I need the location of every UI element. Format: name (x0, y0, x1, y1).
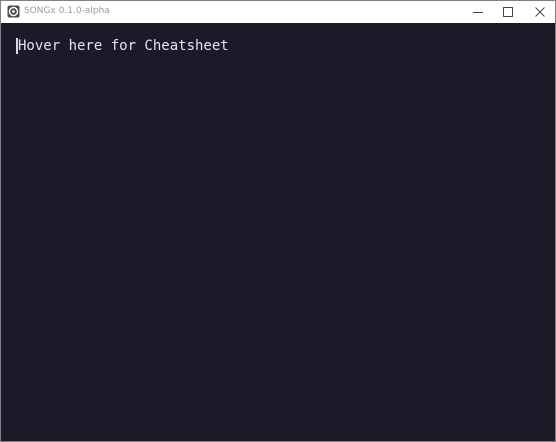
maximize-button[interactable] (493, 1, 523, 23)
cheatsheet-hint[interactable]: Hover here for Cheatsheet (18, 38, 229, 55)
editor-area[interactable]: Hover here for Cheatsheet (1, 23, 555, 441)
close-button[interactable] (525, 1, 555, 23)
minimize-icon (473, 12, 483, 13)
title-bar[interactable]: SONGx 0.1.0-alpha (1, 1, 555, 23)
app-window: SONGx 0.1.0-alpha Hover here for Cheatsh… (0, 0, 556, 442)
minimize-button[interactable] (463, 1, 493, 23)
window-title: SONGx 0.1.0-alpha (24, 6, 110, 16)
app-logo-icon (7, 5, 20, 18)
maximize-icon (503, 7, 513, 17)
close-icon (535, 7, 545, 17)
